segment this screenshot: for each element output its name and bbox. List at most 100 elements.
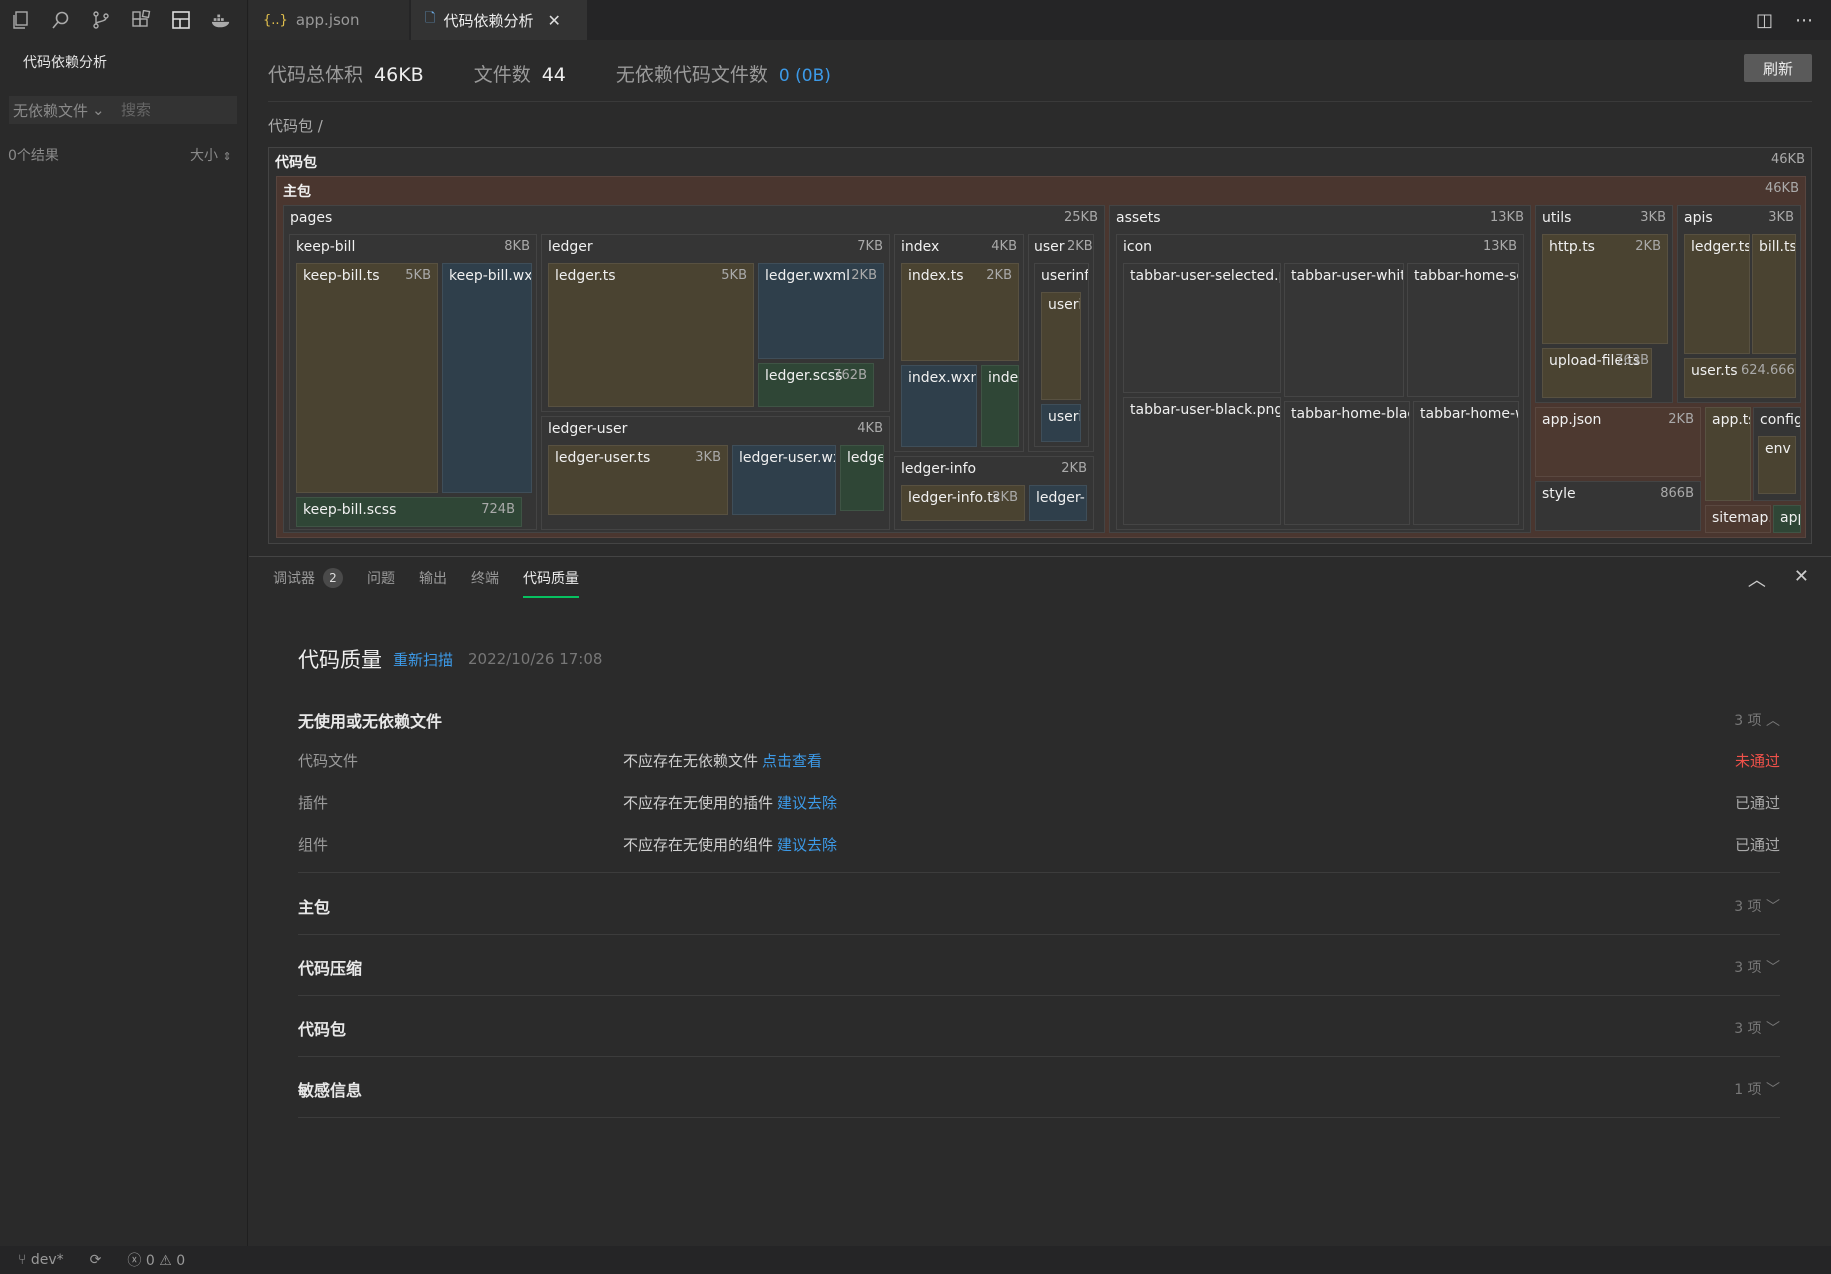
treemap-node-env[interactable]: env	[1758, 436, 1796, 494]
quality-section-sensitive-info[interactable]: 敏感信息 1 项 ﹀	[298, 1057, 1780, 1118]
treemap-node-config[interactable]: config env	[1753, 407, 1801, 501]
treemap-node-userinfo-wxml[interactable]: userinfo.wxml	[1041, 404, 1081, 442]
no-dep-value-link[interactable]: 0 (0B)	[779, 66, 831, 86]
treemap-node-index-wxml[interactable]: index.wxml	[901, 365, 977, 447]
treemap-node-keep-bill[interactable]: keep-bill 8KB keep-bill.ts 5KB keep-bill…	[289, 234, 537, 530]
breadcrumb[interactable]: 代码包 /	[268, 115, 323, 136]
treemap-node-app-scss[interactable]: app.scss	[1773, 505, 1801, 533]
node-label: ledger-user.scss	[847, 450, 883, 466]
chevron-down-icon: ﹀	[1766, 1021, 1780, 1037]
treemap-node-ledger-scss[interactable]: ledger.scss 762B	[758, 363, 874, 407]
treemap-node-tabbar-user-white[interactable]: tabbar-user-white.png	[1284, 263, 1404, 397]
tab-label: 调试器	[273, 571, 315, 587]
treemap-node-userinfo[interactable]: userinfo userinfo.ts userinfo.wxml	[1034, 263, 1089, 447]
suggest-remove-link[interactable]: 建议去除	[777, 794, 837, 812]
node-label: config	[1760, 412, 1801, 428]
treemap-node-tabbar-home-white[interactable]: tabbar-home-white.png	[1413, 401, 1519, 525]
treemap-node-apis-bill-ts[interactable]: bill.ts	[1752, 234, 1796, 354]
node-label: http.ts	[1549, 239, 1595, 255]
treemap-node-ledger-user-ts[interactable]: ledger-user.ts 3KB	[548, 445, 728, 515]
treemap-node-ledger-info-wxml[interactable]: ledger-info.wxml	[1029, 485, 1087, 521]
treemap-node-utils[interactable]: utils 3KB http.ts 2KB upload-file.ts 763…	[1535, 205, 1673, 403]
tab-terminal[interactable]: 终端	[471, 564, 499, 592]
treemap-node-ledger[interactable]: ledger 7KB ledger.ts 5KB ledger.wxml 2KB…	[541, 234, 890, 412]
problems-status[interactable]: ⓧ 0 ⚠ 0	[127, 1250, 185, 1270]
view-link[interactable]: 点击查看	[762, 752, 822, 770]
extensions-icon[interactable]	[128, 7, 154, 33]
split-editor-icon[interactable]: ◫	[1756, 10, 1773, 31]
treemap-node-assets[interactable]: assets 13KB icon 13KB tabbar-user-select…	[1109, 205, 1531, 533]
treemap-node-ledger-user-wxml[interactable]: ledger-user.wxml	[732, 445, 836, 515]
sort-button[interactable]: 大小 ⇕	[190, 145, 232, 165]
treemap-node-tabbar-user-selected[interactable]: tabbar-user-selected.png	[1123, 263, 1281, 393]
tab-code-dependency-analysis[interactable]: 🗋 代码依赖分析 ✕	[411, 0, 587, 40]
tab-code-quality[interactable]: 代码质量	[523, 564, 579, 598]
treemap-node-apis-ledger-ts[interactable]: ledger.ts	[1684, 234, 1750, 354]
tab-output[interactable]: 输出	[419, 564, 447, 592]
node-label: tabbar-home-white.png	[1420, 406, 1518, 422]
treemap-node-ledger-info[interactable]: ledger-info 2KB ledger-info.ts 2KB ledge…	[894, 456, 1094, 530]
node-label: ledger-user	[548, 421, 628, 437]
tab-problems[interactable]: 问题	[367, 564, 395, 592]
treemap-node-sitemap[interactable]: sitemap.json	[1705, 505, 1771, 533]
treemap-node-user[interactable]: user 2KB userinfo userinfo.ts userinfo.w…	[1028, 234, 1094, 452]
more-icon[interactable]: ⋯	[1795, 10, 1813, 31]
quality-section-code-package[interactable]: 代码包 3 项 ﹀	[298, 996, 1780, 1057]
treemap-node-keep-bill-scss[interactable]: keep-bill.scss 724B	[296, 497, 522, 527]
treemap-node-http-ts[interactable]: http.ts 2KB	[1542, 234, 1668, 344]
treemap-node-tabbar-user-black[interactable]: tabbar-user-black.png	[1123, 397, 1281, 525]
treemap-node-apis-user-ts[interactable]: user.ts 624.6666	[1684, 358, 1796, 398]
chevron-up-icon[interactable]: ︿	[1748, 566, 1766, 592]
treemap-node-icon[interactable]: icon 13KB tabbar-user-selected.png tabba…	[1116, 234, 1524, 530]
treemap-node-index-ts[interactable]: index.ts 2KB	[901, 263, 1019, 361]
treemap-node-userinfo-ts[interactable]: userinfo.ts	[1041, 292, 1081, 400]
treemap-node-apis[interactable]: apis 3KB ledger.ts bill.ts user.ts 624.6…	[1677, 205, 1801, 403]
sync-icon[interactable]: ⟳	[90, 1252, 102, 1268]
section-title[interactable]: 无使用或无依赖文件	[298, 708, 442, 732]
tab-debugger[interactable]: 调试器 2	[273, 564, 343, 592]
treemap-node-ledger-wxml[interactable]: ledger.wxml 2KB	[758, 263, 884, 359]
search-input[interactable]	[121, 101, 231, 119]
treemap-node-index[interactable]: index 4KB index.ts 2KB index.wxml index.…	[894, 234, 1024, 452]
node-size: 8KB	[504, 239, 530, 254]
treemap-node-ledger-info-ts[interactable]: ledger-info.ts 2KB	[901, 485, 1025, 521]
treemap-node-app-json[interactable]: app.json 2KB	[1535, 407, 1701, 477]
treemap-node-ledger-user[interactable]: ledger-user 4KB ledger-user.ts 3KB ledge…	[541, 416, 890, 530]
treemap-node-ledger-user-scss[interactable]: ledger-user.scss	[840, 445, 884, 511]
docker-icon[interactable]	[208, 7, 234, 33]
treemap-node-style[interactable]: style 866B	[1535, 481, 1701, 531]
node-label: index.ts	[908, 268, 964, 284]
close-icon[interactable]: ✕	[547, 11, 560, 30]
quality-section-main-package[interactable]: 主包 3 项 ﹀	[298, 874, 1780, 935]
node-label: icon	[1123, 239, 1153, 255]
treemap-node-keep-bill-wxml[interactable]: keep-bill.wxml	[442, 263, 532, 493]
tab-label: 输出	[419, 571, 447, 587]
node-label: userinfo.wxml	[1048, 409, 1080, 425]
rescan-link[interactable]: 重新扫描	[393, 649, 453, 670]
node-label: style	[1542, 486, 1576, 502]
treemap-node-index-scss[interactable]: index.scss	[981, 365, 1019, 447]
branch-status[interactable]: ⑂ dev*	[18, 1252, 64, 1268]
suggest-remove-link[interactable]: 建议去除	[777, 836, 837, 854]
treemap-node-tabbar-home-black[interactable]: tabbar-home-black.png	[1284, 401, 1410, 525]
source-control-icon[interactable]	[88, 7, 114, 33]
treemap-node-app-ts[interactable]: app.ts	[1705, 407, 1751, 501]
code-analysis-icon[interactable]	[168, 7, 194, 33]
treemap-node-keep-bill-ts[interactable]: keep-bill.ts 5KB	[296, 263, 438, 493]
filter-select[interactable]: 无依赖文件 ⌄	[9, 100, 121, 121]
node-label: ledger-user.ts	[555, 450, 651, 466]
refresh-button[interactable]: 刷新	[1744, 54, 1812, 82]
treemap-node-pages[interactable]: pages 25KB keep-bill 8KB keep-bill.ts 5K…	[283, 205, 1105, 533]
row-name: 组件	[298, 836, 329, 854]
search-icon[interactable]	[48, 7, 74, 33]
treemap-node-upload-file-ts[interactable]: upload-file.ts 763B	[1542, 348, 1652, 398]
section-count[interactable]: 3 项 ︿	[1734, 710, 1780, 730]
close-panel-icon[interactable]: ✕	[1794, 566, 1809, 592]
node-size: 763B	[1615, 353, 1649, 368]
treemap-node-ledger-ts[interactable]: ledger.ts 5KB	[548, 263, 754, 407]
treemap-node-tabbar-home-selected[interactable]: tabbar-home-selected.png	[1407, 263, 1519, 397]
treemap-node-main[interactable]: 主包 46KB pages 25KB keep-bill 8KB keep-bi…	[276, 176, 1806, 538]
tab-app-json[interactable]: {..} app.json	[249, 0, 409, 40]
explorer-icon[interactable]	[8, 7, 34, 33]
quality-section-code-compression[interactable]: 代码压缩 3 项 ﹀	[298, 935, 1780, 996]
